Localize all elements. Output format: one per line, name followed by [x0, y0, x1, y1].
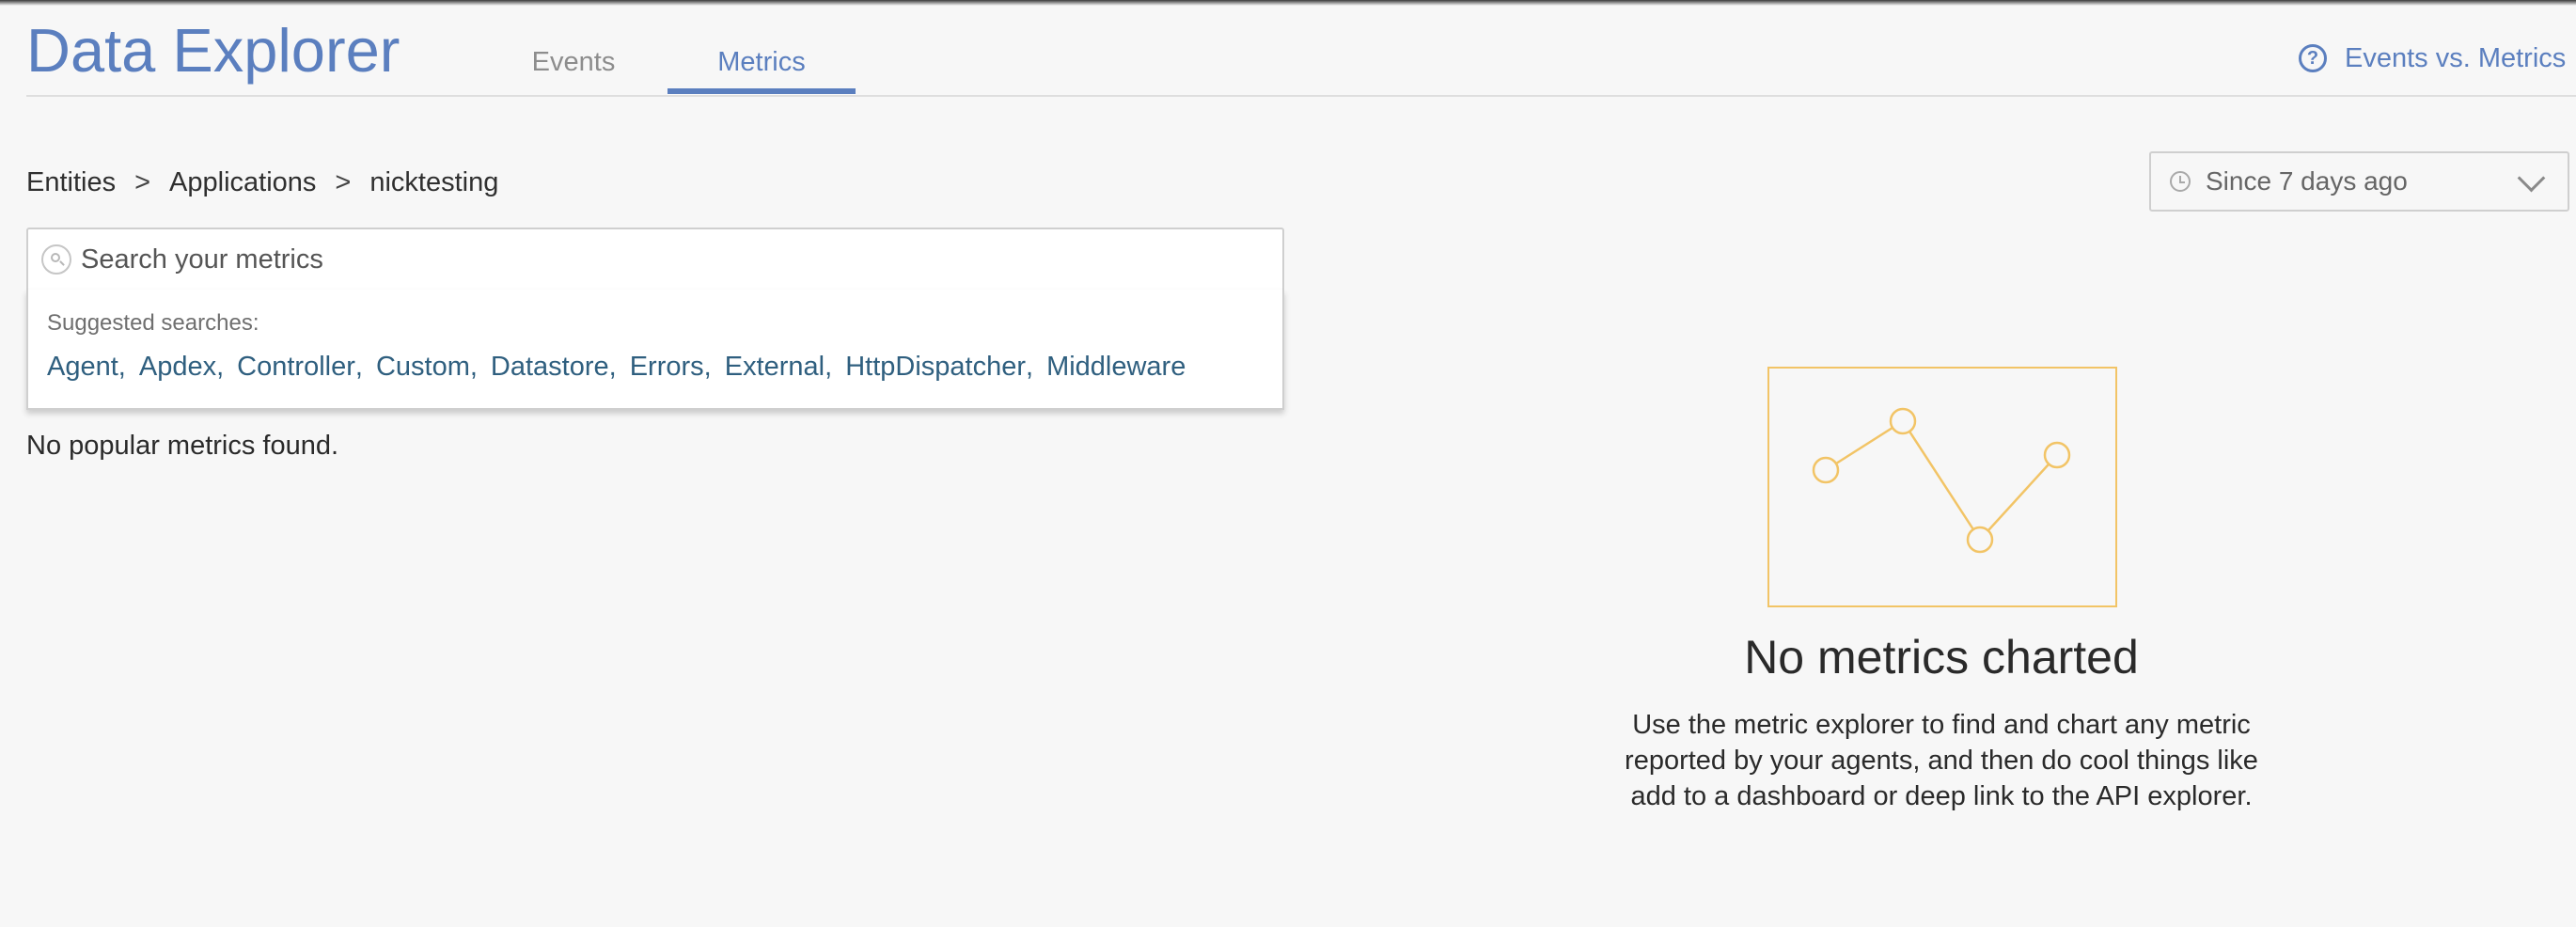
suggestion-errors[interactable]: Errors [630, 352, 704, 383]
no-popular-metrics-message: No popular metrics found. [26, 431, 339, 461]
breadcrumb-entities[interactable]: Entities [26, 167, 116, 198]
suggestion-separator: , [216, 352, 225, 382]
suggestion-apdex[interactable]: Apdex [139, 352, 216, 383]
line-chart-placeholder-icon [1767, 367, 2117, 607]
suggestion-separator: , [1026, 352, 1034, 382]
suggestion-datastore[interactable]: Datastore [491, 352, 609, 383]
events-vs-metrics-label: Events vs. Metrics [2345, 42, 2567, 73]
tab-metrics[interactable]: Metrics [668, 41, 856, 94]
breadcrumb: Entities > Applications > nicktesting [26, 160, 498, 205]
suggestion-controller[interactable]: Controller [237, 352, 355, 383]
suggestion-separator: , [825, 352, 833, 382]
suggested-searches-heading: Suggested searches: [47, 310, 259, 336]
suggestion-separator: , [608, 352, 617, 382]
search-icon [41, 244, 71, 275]
metric-search-box [26, 228, 1284, 291]
header-divider [26, 95, 2576, 97]
time-range-picker[interactable]: Since 7 days ago [2149, 151, 2569, 212]
suggestion-external[interactable]: External [725, 352, 825, 383]
window-top-edge [0, 0, 2576, 6]
app-title: Data Explorer [26, 16, 401, 85]
suggestion-httpdispatcher[interactable]: HttpDispatcher [845, 352, 1026, 383]
suggestion-separator: , [354, 352, 363, 382]
metric-search-input[interactable] [81, 236, 1282, 283]
suggestion-separator: , [118, 352, 126, 382]
breadcrumb-applications[interactable]: Applications [169, 167, 316, 198]
empty-state-description: Use the metric explorer to find and char… [1625, 710, 2258, 811]
suggested-searches-list: Agent, Apdex, Controller, Custom, Datast… [47, 352, 1186, 383]
clock-icon [2170, 171, 2191, 192]
suggested-searches-panel: Suggested searches: Agent, Apdex, Contro… [26, 290, 1284, 410]
suggestion-custom[interactable]: Custom [376, 352, 470, 383]
suggestion-separator: , [703, 352, 712, 382]
suggestion-middleware[interactable]: Middleware [1046, 352, 1186, 383]
chevron-down-icon [2517, 164, 2546, 193]
tab-events[interactable]: Events [508, 41, 639, 94]
empty-state-title: No metrics charted [1744, 631, 2139, 683]
suggestion-separator: , [469, 352, 478, 382]
help-circle-icon: ? [2299, 44, 2327, 72]
breadcrumb-current: nicktesting [369, 166, 499, 197]
breadcrumb-separator: > [134, 166, 151, 197]
time-range-label: Since 7 days ago [2206, 166, 2408, 196]
breadcrumb-separator: > [335, 166, 352, 197]
events-vs-metrics-link[interactable]: ? Events vs. Metrics [2299, 38, 2566, 79]
suggestion-agent[interactable]: Agent [47, 352, 118, 383]
